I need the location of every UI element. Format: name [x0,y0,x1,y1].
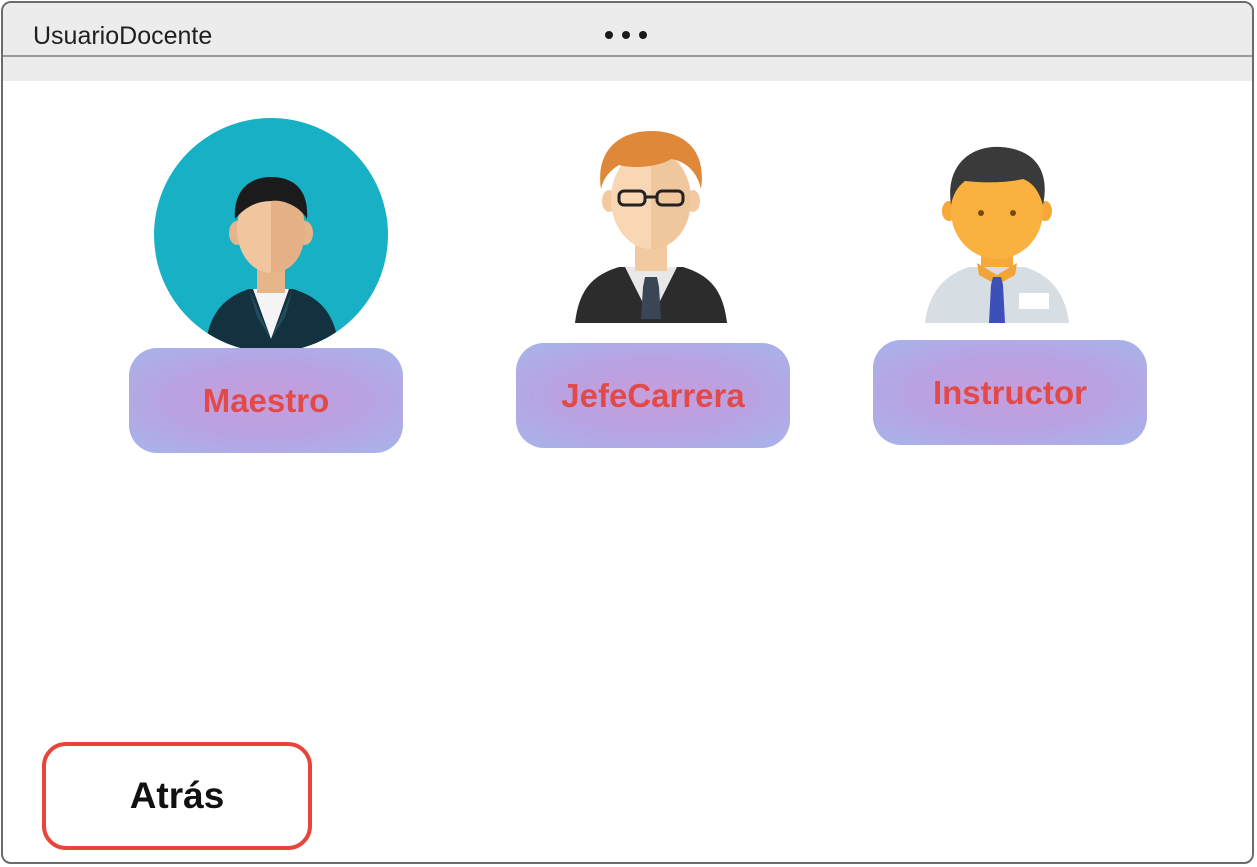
back-button[interactable]: Atrás [42,742,312,850]
jefe-carrera-button[interactable]: JefeCarrera [516,343,790,448]
department-head-avatar-icon [575,131,727,323]
back-button-label: Atrás [129,775,225,816]
window-title: UsuarioDocente [33,22,213,50]
app-window: UsuarioDocente Maestro JefeCarrera Instr… [1,1,1254,864]
more-horizontal-icon[interactable] [605,31,647,39]
instructor-button[interactable]: Instructor [873,340,1147,445]
title-bar: UsuarioDocente [3,3,1252,57]
jefe-carrera-label: JefeCarrera [561,376,745,414]
maestro-label: Maestro [202,381,330,419]
maestro-button[interactable]: Maestro [129,348,403,453]
dot [639,31,647,39]
instructor-label: Instructor [932,373,1087,411]
title-bar-strip [3,57,1252,81]
instructor-avatar-icon [925,146,1069,323]
dot [622,31,630,39]
dot [605,31,613,39]
teacher-avatar-icon [154,118,388,352]
